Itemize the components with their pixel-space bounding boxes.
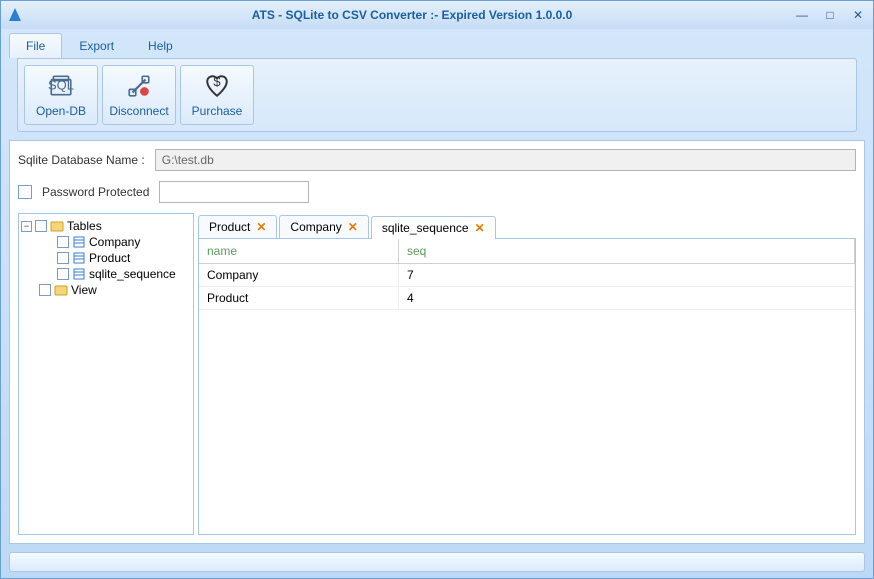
cell-name: Product [199, 287, 399, 309]
menu-file[interactable]: File [9, 33, 62, 58]
ribbon: SQL Open-DB Disconnect $ Purchase [17, 58, 857, 132]
tab-sqlite-sequence[interactable]: sqlite_sequence ✕ [371, 216, 496, 239]
password-input[interactable] [159, 181, 309, 203]
tree-label: Company [89, 235, 140, 249]
password-checkbox[interactable] [18, 185, 32, 199]
purchase-button[interactable]: $ Purchase [180, 65, 254, 125]
tab-label: Product [209, 220, 250, 234]
table-icon [72, 251, 86, 265]
titlebar: ATS - SQLite to CSV Converter :- Expired… [1, 1, 873, 29]
open-db-icon: SQL [47, 72, 75, 100]
cell-seq: 4 [399, 287, 855, 309]
table-icon [72, 235, 86, 249]
purchase-label: Purchase [192, 104, 243, 118]
content-area: Sqlite Database Name : Password Protecte… [9, 140, 865, 544]
tab-company[interactable]: Company ✕ [279, 215, 368, 238]
folder-icon [50, 219, 64, 233]
column-header-name[interactable]: name [199, 239, 399, 263]
close-icon[interactable]: ✕ [475, 221, 485, 235]
window-title: ATS - SQLite to CSV Converter :- Expired… [31, 8, 793, 22]
tree-node-sqlite-sequence[interactable]: sqlite_sequence [21, 266, 191, 282]
open-db-button[interactable]: SQL Open-DB [24, 65, 98, 125]
open-db-label: Open-DB [36, 104, 86, 118]
right-panel: Product ✕ Company ✕ sqlite_sequence ✕ na… [198, 213, 856, 535]
collapse-icon[interactable]: − [21, 221, 32, 232]
tree-node-company[interactable]: Company [21, 234, 191, 250]
tree-checkbox[interactable] [35, 220, 47, 232]
disconnect-button[interactable]: Disconnect [102, 65, 176, 125]
db-name-input[interactable] [155, 149, 856, 171]
grid-header: name seq [199, 239, 855, 264]
menu-help[interactable]: Help [131, 33, 190, 58]
disconnect-label: Disconnect [109, 104, 168, 118]
tree-node-view[interactable]: View [21, 282, 191, 298]
column-header-seq[interactable]: seq [399, 239, 855, 263]
tab-label: sqlite_sequence [382, 221, 469, 235]
menubar: File Export Help SQL Open-DB Disconnect … [1, 29, 873, 132]
menu-export[interactable]: Export [62, 33, 131, 58]
purchase-icon: $ [203, 72, 231, 100]
tab-label: Company [290, 220, 341, 234]
folder-icon [54, 283, 68, 297]
db-name-label: Sqlite Database Name : [18, 153, 145, 167]
cell-name: Company [199, 264, 399, 286]
window-controls: — □ ✕ [793, 8, 867, 22]
tree-checkbox[interactable] [57, 268, 69, 280]
tree-panel: − Tables Company Product [18, 213, 194, 535]
minimize-button[interactable]: — [793, 8, 811, 22]
svg-text:SQL: SQL [48, 77, 74, 92]
data-tabs: Product ✕ Company ✕ sqlite_sequence ✕ [198, 213, 856, 239]
close-icon[interactable]: ✕ [256, 220, 266, 234]
db-name-row: Sqlite Database Name : [18, 149, 856, 171]
password-label: Password Protected [42, 185, 149, 199]
close-icon[interactable]: ✕ [348, 220, 358, 234]
password-row: Password Protected [18, 181, 856, 203]
close-button[interactable]: ✕ [849, 8, 867, 22]
tree-label: View [71, 283, 97, 297]
cell-seq: 7 [399, 264, 855, 286]
tree-node-tables[interactable]: − Tables [21, 218, 191, 234]
table-row[interactable]: Company 7 [199, 264, 855, 287]
tree-checkbox[interactable] [39, 284, 51, 296]
table-row[interactable]: Product 4 [199, 287, 855, 310]
maximize-button[interactable]: □ [821, 8, 839, 22]
data-grid: name seq Company 7 Product 4 [198, 239, 856, 535]
tree-checkbox[interactable] [57, 252, 69, 264]
app-window: ATS - SQLite to CSV Converter :- Expired… [0, 0, 874, 579]
table-icon [72, 267, 86, 281]
tree-checkbox[interactable] [57, 236, 69, 248]
statusbar [9, 552, 865, 572]
app-logo-icon [7, 7, 23, 23]
tab-product[interactable]: Product ✕ [198, 215, 277, 238]
tree-label: sqlite_sequence [89, 267, 176, 281]
tree-label: Tables [67, 219, 102, 233]
tree-label: Product [89, 251, 130, 265]
grid-body: Company 7 Product 4 [199, 264, 855, 534]
split-panel: − Tables Company Product [18, 213, 856, 535]
tree-node-product[interactable]: Product [21, 250, 191, 266]
disconnect-icon [125, 72, 153, 100]
svg-text:$: $ [213, 74, 221, 89]
